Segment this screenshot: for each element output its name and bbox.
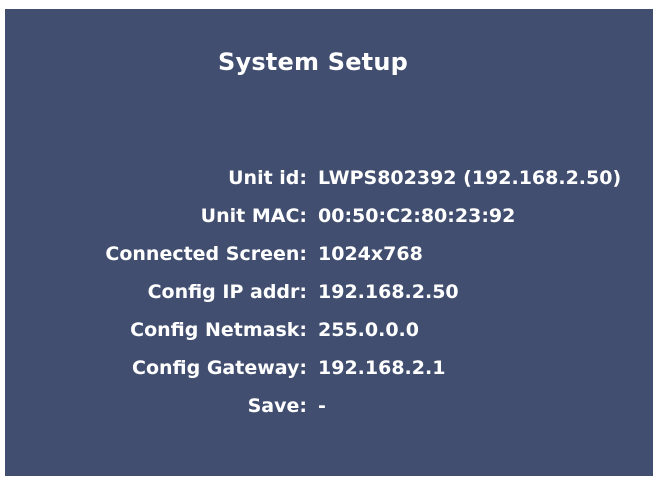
system-setup-panel: System Setup Unit id: LWPS802392 (192.16… xyxy=(5,9,653,476)
setting-row-unit-id[interactable]: Unit id: LWPS802392 (192.168.2.50) xyxy=(5,159,653,197)
setting-row-connected-screen[interactable]: Connected Screen: 1024x768 xyxy=(5,235,653,273)
setting-row-config-gateway[interactable]: Config Gateway: 192.168.2.1 xyxy=(5,349,653,387)
settings-list: Unit id: LWPS802392 (192.168.2.50) Unit … xyxy=(5,159,653,425)
setting-label: Config Netmask: xyxy=(130,319,307,341)
setting-row-config-netmask[interactable]: Config Netmask: 255.0.0.0 xyxy=(5,311,653,349)
setting-label: Unit MAC: xyxy=(200,205,307,227)
setting-row-config-ip[interactable]: Config IP addr: 192.168.2.50 xyxy=(5,273,653,311)
setting-value: 192.168.2.1 xyxy=(318,357,446,379)
setting-label: Unit id: xyxy=(228,167,307,189)
setting-value: 00:50:C2:80:23:92 xyxy=(318,205,516,227)
setting-row-save[interactable]: Save: - xyxy=(5,387,653,425)
setting-value: - xyxy=(318,395,326,417)
page-title: System Setup xyxy=(217,48,409,76)
setting-value: 255.0.0.0 xyxy=(318,319,419,341)
setting-value: LWPS802392 (192.168.2.50) xyxy=(318,167,622,189)
setting-label: Config Gateway: xyxy=(132,357,307,379)
setting-label: Connected Screen: xyxy=(105,243,307,265)
setting-value: 192.168.2.50 xyxy=(318,281,459,303)
setting-label: Config IP addr: xyxy=(147,281,307,303)
setting-row-unit-mac[interactable]: Unit MAC: 00:50:C2:80:23:92 xyxy=(5,197,653,235)
setting-label: Save: xyxy=(247,395,307,417)
setting-value: 1024x768 xyxy=(318,243,423,265)
